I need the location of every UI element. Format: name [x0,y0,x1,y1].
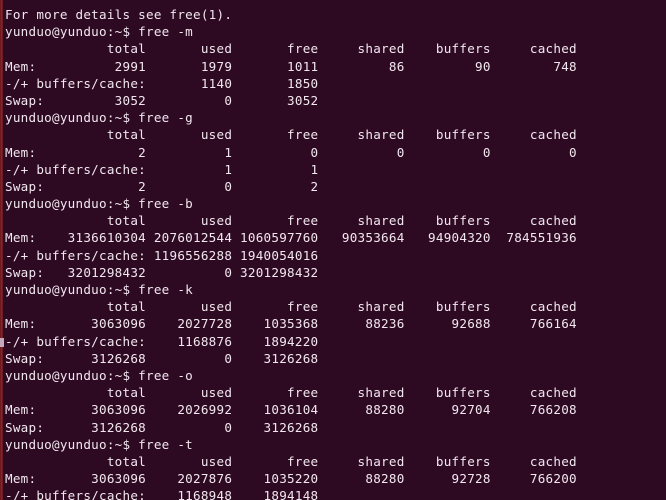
terminal-line-prompt-command: yunduo@yunduo:~$ free -o [5,367,194,383]
terminal-line-mem-row: Mem: 2991 1979 1011 86 90 748 [5,58,577,74]
terminal-line-prompt-command: yunduo@yunduo:~$ free -m [5,24,194,40]
terminal-line-bufcache-row: -/+ buffers/cache: 1140 1850 [5,75,319,91]
terminal-left-edge-highlight [1,0,2,500]
terminal-line-prompt-command: yunduo@yunduo:~$ free -t [5,436,194,452]
terminal-line-table-header: total used free shared buffers cached [5,41,577,57]
terminal-line-mem-row: Mem: 3063096 2026992 1036104 88280 92704… [5,402,577,418]
terminal-line-mem-row: Mem: 3063096 2027728 1035368 88236 92688… [5,316,577,332]
terminal-screen[interactable]: For more details see free(1). yunduo@yun… [5,6,666,500]
terminal-line-prompt-command: yunduo@yunduo:~$ free -g [5,110,194,126]
terminal-line-bufcache-row: -/+ buffers/cache: 1168948 1894148 [5,488,319,500]
terminal-window[interactable]: For more details see free(1). yunduo@yun… [0,0,666,500]
terminal-line-swap-row: Swap: 3126268 0 3126268 [5,350,319,366]
terminal-line-swap-row: Swap: 3201298432 0 3201298432 [5,264,319,280]
terminal-line-table-header: total used free shared buffers cached [5,299,577,315]
scroll-position-marker[interactable] [0,338,4,347]
terminal-line-table-header: total used free shared buffers cached [5,453,577,469]
terminal-line-swap-row: Swap: 3052 0 3052 [5,92,319,108]
terminal-line-bufcache-row: -/+ buffers/cache: 1196556288 1940054016 [5,247,319,263]
terminal-line: For more details see free(1). [5,7,233,22]
terminal-line-mem-row: Mem: 2 1 0 0 0 0 [5,144,577,160]
terminal-line-swap-row: Swap: 2 0 2 [5,178,319,194]
terminal-line-table-header: total used free shared buffers cached [5,213,577,229]
terminal-line-bufcache-row: -/+ buffers/cache: 1168876 1894220 [5,333,319,349]
terminal-left-edge-stripe [0,0,3,500]
terminal-line-table-header: total used free shared buffers cached [5,127,577,143]
terminal-line-bufcache-row: -/+ buffers/cache: 1 1 [5,161,319,177]
terminal-line-mem-row: Mem: 3136610304 2076012544 1060597760 90… [5,230,577,246]
terminal-line-mem-row: Mem: 3063096 2027876 1035220 88280 92728… [5,471,577,487]
terminal-line-swap-row: Swap: 3126268 0 3126268 [5,419,319,435]
terminal-line-prompt-command: yunduo@yunduo:~$ free -b [5,196,194,212]
terminal-line-table-header: total used free shared buffers cached [5,385,577,401]
terminal-line-prompt-command: yunduo@yunduo:~$ free -k [5,282,194,297]
